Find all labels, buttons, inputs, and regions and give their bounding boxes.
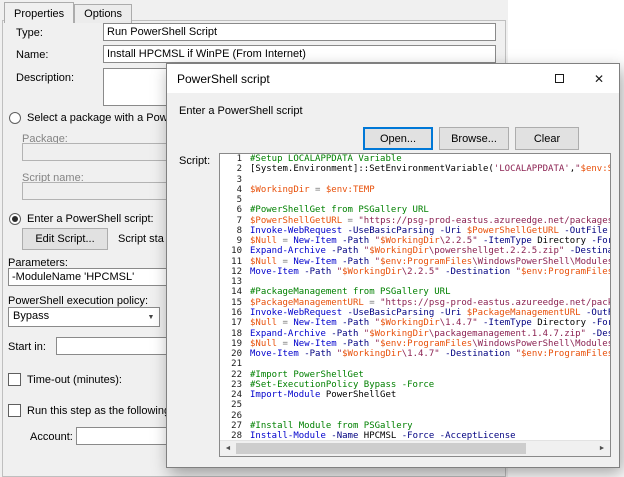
- code-line: 9$Null = New-Item -Path "$WorkingDir\2.2…: [220, 236, 610, 246]
- scroll-right-icon[interactable]: ►: [594, 441, 610, 456]
- line-number: 10: [220, 246, 242, 256]
- line-number: 24: [220, 390, 242, 400]
- dialog-title: PowerShell script: [177, 72, 270, 86]
- code-line: 18Expand-Archive -Path "$WorkingDir\pack…: [220, 329, 610, 339]
- code-line: 25: [220, 400, 610, 410]
- code-line: 4$WorkingDir = $env:TEMP: [220, 185, 610, 195]
- code-line: 10Expand-Archive -Path "$WorkingDir\powe…: [220, 246, 610, 256]
- line-number: 1: [220, 154, 242, 164]
- script-label: Script:: [179, 155, 210, 167]
- line-number: 25: [220, 400, 242, 410]
- code-line: 27#Install Module from PSGallery: [220, 421, 610, 431]
- powershell-script-dialog: PowerShell script ✕ Enter a PowerShell s…: [166, 63, 620, 468]
- line-number: 16: [220, 308, 242, 318]
- close-icon: ✕: [594, 72, 604, 86]
- line-number: 14: [220, 287, 242, 297]
- code-line: 20Move-Item -Path "$WorkingDir\1.4.7" -D…: [220, 349, 610, 359]
- line-number: 8: [220, 226, 242, 236]
- code-line: 8Invoke-WebRequest -UseBasicParsing -Uri…: [220, 226, 610, 236]
- name-field[interactable]: Install HPCMSL if WinPE (From Internet): [103, 45, 496, 63]
- chevron-down-icon[interactable]: ▼: [143, 308, 159, 326]
- code-line: 1#Setup LOCALAPPDATA Variable: [220, 154, 610, 164]
- select-package-radio[interactable]: [9, 112, 21, 124]
- start-in-label: Start in:: [8, 341, 46, 353]
- line-number: 20: [220, 349, 242, 359]
- edit-script-button[interactable]: Edit Script...: [22, 228, 108, 250]
- line-number: 11: [220, 257, 242, 267]
- line-number: 7: [220, 216, 242, 226]
- line-number: 15: [220, 298, 242, 308]
- code-line: 13: [220, 277, 610, 287]
- line-number: 19: [220, 339, 242, 349]
- run-as-checkbox[interactable]: [8, 404, 21, 417]
- line-number: 13: [220, 277, 242, 287]
- line-number: 3: [220, 175, 242, 185]
- close-button[interactable]: ✕: [579, 64, 619, 93]
- code-line: 6#PowerShellGet from PSGallery URL: [220, 205, 610, 215]
- script-editor-lines[interactable]: 1#Setup LOCALAPPDATA Variable2[System.En…: [220, 154, 610, 440]
- line-number: 17: [220, 318, 242, 328]
- code-line: 15$PackageManagementURL = "https://psg-p…: [220, 298, 610, 308]
- execution-policy-label: PowerShell execution policy:: [8, 295, 148, 307]
- code-line: 24Import-Module PowerShellGet: [220, 390, 610, 400]
- timeout-checkbox[interactable]: [8, 373, 21, 386]
- code-line: 19$Null = New-Item -Path "$env:ProgramFi…: [220, 339, 610, 349]
- dialog-subtitle: Enter a PowerShell script: [179, 105, 303, 117]
- dialog-titlebar[interactable]: PowerShell script ✕: [167, 64, 619, 93]
- execution-policy-value: Bypass: [13, 310, 49, 322]
- clear-button[interactable]: Clear: [515, 127, 579, 150]
- browse-button[interactable]: Browse...: [439, 127, 509, 150]
- line-number: 22: [220, 370, 242, 380]
- line-number: 4: [220, 185, 242, 195]
- enter-script-radio-label: Enter a PowerShell script:: [27, 213, 154, 225]
- line-number: 18: [220, 329, 242, 339]
- code-line: 14#PackageManagement from PSGallery URL: [220, 287, 610, 297]
- script-editor[interactable]: 1#Setup LOCALAPPDATA Variable2[System.En…: [219, 153, 611, 457]
- line-number: 12: [220, 267, 242, 277]
- scroll-left-icon[interactable]: ◄: [220, 441, 236, 456]
- maximize-button[interactable]: [539, 64, 579, 93]
- line-number: 21: [220, 359, 242, 369]
- line-number: 26: [220, 411, 242, 421]
- line-number: 9: [220, 236, 242, 246]
- line-number: 28: [220, 431, 242, 440]
- code-line: 7$PowerShellGetURL = "https://psg-prod-e…: [220, 216, 610, 226]
- code-line: 2[System.Environment]::SetEnvironmentVar…: [220, 164, 610, 174]
- line-number: 23: [220, 380, 242, 390]
- code-line: 12Move-Item -Path "$WorkingDir\2.2.5" -D…: [220, 267, 610, 277]
- code-line: 22#Import PowerShellGet: [220, 370, 610, 380]
- description-label: Description:: [16, 72, 74, 84]
- type-label: Type:: [16, 27, 43, 39]
- scrollbar-thumb[interactable]: [236, 443, 526, 454]
- timeout-checkbox-label: Time-out (minutes):: [27, 374, 122, 386]
- execution-policy-dropdown[interactable]: Bypass ▼: [8, 307, 160, 327]
- line-number: 5: [220, 195, 242, 205]
- name-label: Name:: [16, 49, 48, 61]
- code-line: 26: [220, 411, 610, 421]
- type-field[interactable]: Run PowerShell Script: [103, 23, 496, 41]
- code-line: 21: [220, 359, 610, 369]
- tab-strip: Properties Options: [4, 2, 132, 23]
- tab-options[interactable]: Options: [74, 4, 132, 23]
- code-line: 17$Null = New-Item -Path "$WorkingDir\1.…: [220, 318, 610, 328]
- maximize-icon: [555, 74, 564, 83]
- code-line: 28Install-Module -Name HPCMSL -Force -Ac…: [220, 431, 610, 440]
- script-status-text: Script sta: [118, 233, 164, 245]
- tab-properties[interactable]: Properties: [4, 2, 74, 23]
- line-number: 27: [220, 421, 242, 431]
- code-line: 23#Set-ExecutionPolicy Bypass -Force: [220, 380, 610, 390]
- account-label: Account:: [30, 431, 73, 443]
- line-number: 2: [220, 164, 242, 174]
- horizontal-scrollbar[interactable]: ◄ ►: [220, 440, 610, 456]
- enter-script-radio[interactable]: [9, 213, 21, 225]
- code-line: 11$Null = New-Item -Path "$env:ProgramFi…: [220, 257, 610, 267]
- code-line: 5: [220, 195, 610, 205]
- code-line: 16Invoke-WebRequest -UseBasicParsing -Ur…: [220, 308, 610, 318]
- line-number: 6: [220, 205, 242, 215]
- open-button[interactable]: Open...: [363, 127, 433, 150]
- code-line: 3: [220, 175, 610, 185]
